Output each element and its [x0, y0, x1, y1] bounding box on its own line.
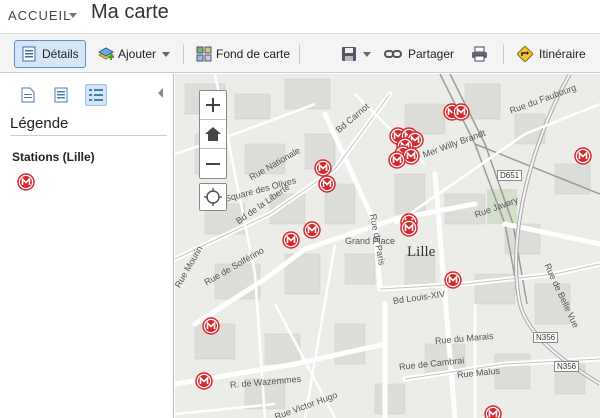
map-title: Ma carte	[91, 1, 169, 23]
home-menu[interactable]: ACCUEIL	[8, 8, 71, 23]
metro-station-marker[interactable]	[444, 271, 462, 289]
metro-station-marker[interactable]	[282, 231, 300, 249]
legend-icon	[89, 89, 103, 101]
toolbar-divider	[503, 44, 504, 64]
content-icon	[54, 87, 68, 103]
home-menu-caret-icon[interactable]	[69, 13, 77, 18]
locate-button[interactable]	[199, 183, 227, 211]
toolbar-divider	[183, 44, 184, 64]
save-button[interactable]	[341, 40, 371, 68]
legend-divider	[10, 135, 167, 136]
street-label: Grand Place	[345, 236, 396, 246]
directions-button[interactable]: Itinéraire	[517, 40, 586, 68]
metro-station-marker[interactable]	[400, 219, 418, 237]
map-view[interactable]: Rue Nationale Bd de la Liberté Rue de So…	[175, 74, 600, 418]
home-icon	[205, 127, 221, 141]
title-bar: ACCUEIL Ma carte	[0, 0, 600, 30]
metro-station-marker[interactable]	[303, 221, 321, 239]
metro-station-marker[interactable]	[574, 147, 592, 165]
city-label: Lille	[407, 244, 436, 260]
collapse-panel-icon[interactable]	[158, 88, 163, 98]
metro-station-marker[interactable]	[452, 103, 470, 121]
basemap-label: Fond de carte	[216, 47, 291, 61]
side-panel: Légende Stations (Lille)	[0, 74, 174, 418]
share-button[interactable]: Partager	[384, 40, 454, 68]
minus-icon	[206, 162, 220, 165]
add-button[interactable]: Ajouter	[98, 40, 171, 68]
about-icon	[21, 87, 35, 103]
toolbar-divider	[299, 44, 300, 64]
metro-station-icon	[17, 173, 35, 196]
metro-station-marker[interactable]	[202, 317, 220, 335]
content-tab[interactable]	[50, 84, 72, 106]
zoom-controls	[199, 90, 227, 179]
basemap-button[interactable]: Fond de carte	[196, 40, 290, 68]
share-label: Partager	[408, 47, 455, 61]
road-shield: D651	[497, 170, 523, 181]
print-button[interactable]	[471, 40, 488, 68]
metro-station-marker[interactable]	[484, 405, 502, 418]
add-layer-icon	[98, 47, 114, 60]
save-caret-icon	[363, 51, 371, 57]
legend-tab[interactable]	[85, 84, 107, 106]
print-icon	[472, 46, 487, 62]
zoom-out-button[interactable]	[200, 149, 226, 178]
road-shield: N356	[554, 361, 580, 372]
save-icon	[342, 47, 356, 61]
basemap-icon	[196, 46, 212, 62]
basemap-streets	[175, 74, 600, 418]
metro-station-marker[interactable]	[195, 372, 213, 390]
layer-title: Stations (Lille)	[12, 150, 95, 164]
link-icon	[384, 50, 402, 58]
directions-icon	[517, 46, 533, 62]
plus-icon	[206, 98, 220, 112]
zoom-in-button[interactable]	[200, 91, 226, 120]
details-button[interactable]: Détails	[14, 40, 86, 68]
add-caret-icon	[162, 51, 171, 57]
metro-station-marker[interactable]	[318, 175, 336, 193]
metro-station-marker[interactable]	[388, 151, 406, 169]
about-tab[interactable]	[17, 84, 39, 106]
road-shield: N356	[533, 332, 559, 343]
legend-title: Légende	[10, 115, 69, 132]
details-label: Détails	[42, 47, 79, 61]
home-button[interactable]	[200, 120, 226, 149]
directions-label: Itinéraire	[539, 47, 586, 61]
toolbar: Détails Ajouter Fond de carte Partager I…	[0, 33, 600, 73]
add-label: Ajouter	[118, 47, 157, 61]
locate-icon	[204, 188, 222, 206]
details-icon	[22, 46, 36, 62]
